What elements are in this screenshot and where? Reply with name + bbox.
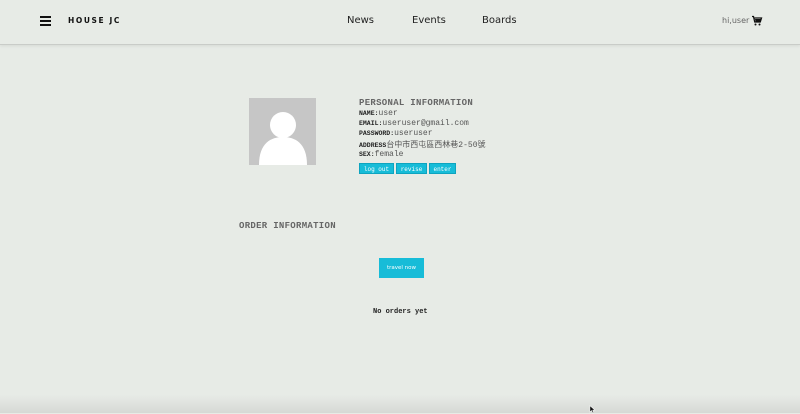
personal-info-title: PERSONAL INFORMATION <box>359 98 474 108</box>
nav-news[interactable]: News <box>347 15 374 26</box>
password-value: useruser <box>394 129 433 138</box>
no-orders-text: No orders yet <box>373 308 428 316</box>
address-field: ADDRESS台中市西屯區西林巷2-50號 <box>359 139 486 150</box>
sex-label: SEX: <box>359 151 375 158</box>
sex-value: female <box>374 150 404 159</box>
order-info-title: ORDER INFORMATION <box>239 221 336 231</box>
travel-now-button[interactable]: travel now <box>379 258 424 278</box>
email-field: EMAIL:useruser@gmail.com <box>359 119 469 128</box>
cart-icon[interactable] <box>751 15 763 27</box>
email-label: EMAIL: <box>359 120 383 127</box>
user-avatar-icon <box>249 98 316 165</box>
password-field: PASSWORD:useruser <box>359 129 433 138</box>
brand-logo[interactable]: HOUSE JC <box>68 16 121 25</box>
nav-boards[interactable]: Boards <box>482 15 517 26</box>
revise-button[interactable]: revise <box>396 163 427 174</box>
name-field: NAME:user <box>359 109 398 118</box>
name-label: NAME: <box>359 110 379 117</box>
name-value: user <box>378 109 398 118</box>
hamburger-menu-icon[interactable] <box>40 16 51 26</box>
sex-field: SEX:female <box>359 150 403 159</box>
email-value: useruser@gmail.com <box>382 119 469 128</box>
top-navbar: HOUSE JC News Events Boards hi,user <box>0 0 800 45</box>
password-label: PASSWORD: <box>359 130 395 137</box>
enter-button[interactable]: enter <box>429 163 456 174</box>
nav-events[interactable]: Events <box>412 15 446 26</box>
address-label: ADDRESS <box>359 142 387 149</box>
address-value: 台中市西屯區西林巷2-50號 <box>386 141 486 150</box>
bottom-edge <box>0 395 800 413</box>
user-greeting[interactable]: hi,user <box>722 16 749 25</box>
logout-button[interactable]: log out <box>359 163 394 174</box>
